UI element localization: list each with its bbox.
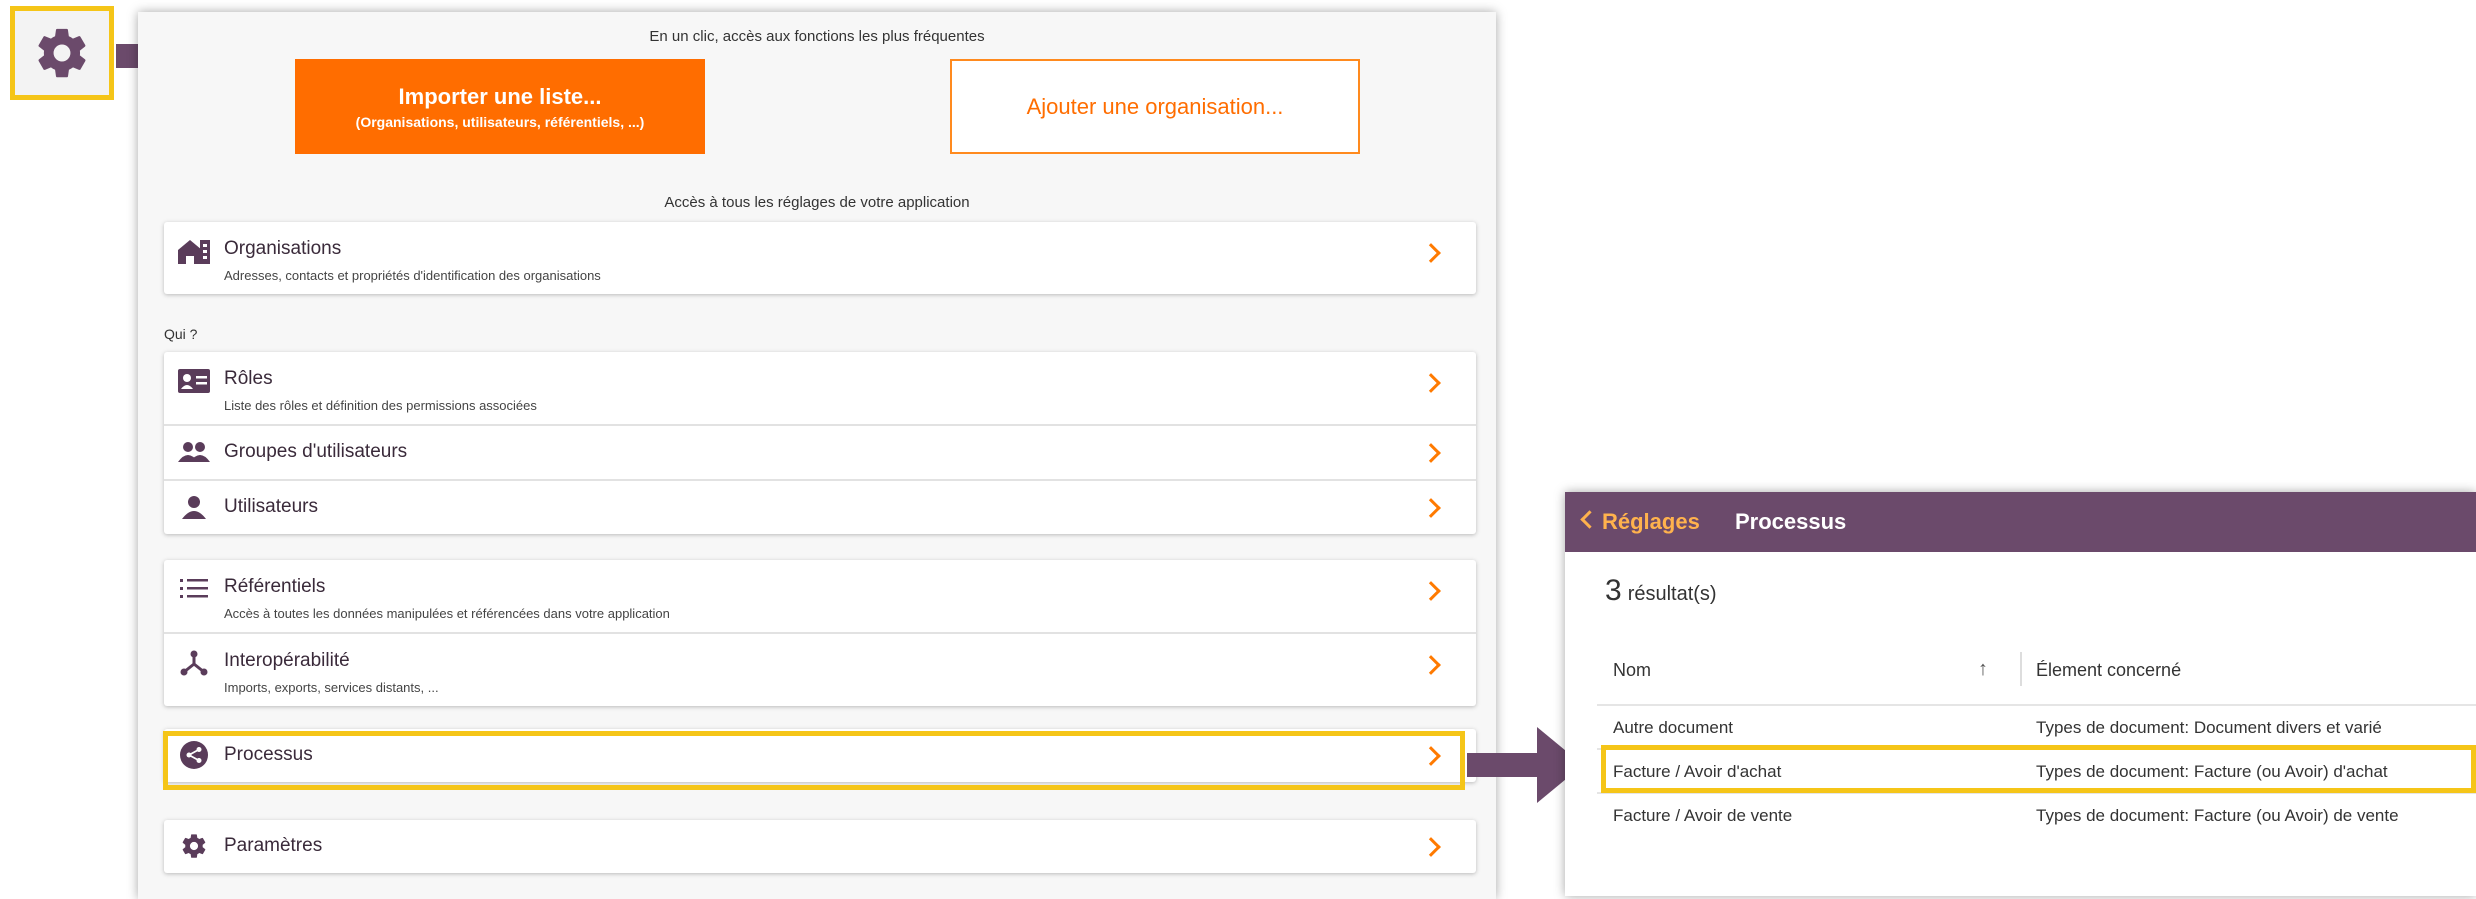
gear-icon xyxy=(38,28,86,78)
row-name: Facture / Avoir de vente xyxy=(1613,806,1793,825)
processes-highlight xyxy=(163,731,1465,790)
interoperability-subtitle: Imports, exports, services distants, ... xyxy=(224,680,439,695)
result-count: 3 résultat(s) xyxy=(1605,574,1717,608)
import-list-subtitle: (Organisations, utilisateurs, référentie… xyxy=(355,113,645,130)
organisations-card: Organisations Adresses, contacts et prop… xyxy=(164,222,1476,294)
who-card: Rôles Liste des rôles et définition des … xyxy=(164,352,1476,534)
processes-page-title: Processus xyxy=(1735,509,1847,534)
pointer-arrow-bottom xyxy=(1467,753,1539,777)
users-title: Utilisateurs xyxy=(224,496,318,517)
quick-access-caption: En un clic, accès aux fonctions les plus… xyxy=(649,28,985,45)
table-row[interactable]: Autre document Types de document: Docume… xyxy=(1597,704,2476,750)
column-header-name[interactable]: Nom xyxy=(1613,660,1651,681)
settings-item-user-groups[interactable]: Groupes d'utilisateurs xyxy=(164,426,1476,481)
row-element: Types de document: Document divers et va… xyxy=(2036,718,2382,737)
gear-icon xyxy=(178,833,210,859)
result-count-label: résultat(s) xyxy=(1627,583,1717,605)
parameters-card: Paramètres xyxy=(164,820,1476,873)
chevron-right-icon xyxy=(1421,655,1441,675)
column-header-element[interactable]: Élement concerné xyxy=(2036,660,2181,681)
settings-caption: Accès à tous les réglages de votre appli… xyxy=(664,194,970,211)
roles-subtitle: Liste des rôles et définition des permis… xyxy=(224,398,537,413)
interoperability-title: Interopérabilité xyxy=(224,650,350,671)
import-list-button[interactable]: Importer une liste... (Organisations, ut… xyxy=(295,59,705,154)
result-count-number: 3 xyxy=(1605,574,1622,607)
parameters-title: Paramètres xyxy=(224,835,323,856)
user-groups-title: Groupes d'utilisateurs xyxy=(224,441,408,462)
id-card-icon xyxy=(178,368,210,394)
settings-item-interoperability[interactable]: Interopérabilité Imports, exports, servi… xyxy=(164,634,1476,706)
settings-item-referentials[interactable]: Référentiels Accès à toutes les données … xyxy=(164,560,1476,634)
hub-icon xyxy=(178,650,210,676)
settings-item-roles[interactable]: Rôles Liste des rôles et définition des … xyxy=(164,352,1476,426)
column-separator xyxy=(2020,652,2022,686)
processes-panel: Réglages Processus 3 résultat(s) Nom ↑ Él… xyxy=(1565,492,2476,896)
chevron-right-icon xyxy=(1421,581,1441,601)
referentials-subtitle: Accès à toutes les données manipulées et… xyxy=(224,606,670,621)
settings-gear-callout[interactable] xyxy=(10,6,114,100)
roles-title: Rôles xyxy=(224,368,273,389)
chevron-right-icon xyxy=(1421,243,1441,263)
users-group-icon xyxy=(178,439,210,465)
chevron-right-icon xyxy=(1421,837,1441,857)
chevron-left-icon xyxy=(1580,510,1599,529)
row-name: Autre document xyxy=(1613,718,1734,737)
organisations-subtitle: Adresses, contacts et propriétés d'ident… xyxy=(224,268,601,283)
back-to-settings-link[interactable]: Réglages xyxy=(1580,509,1700,535)
data-card: Référentiels Accès à toutes les données … xyxy=(164,560,1476,706)
chevron-right-icon xyxy=(1421,373,1441,393)
settings-item-users[interactable]: Utilisateurs xyxy=(164,481,1476,534)
processes-header: Réglages Processus xyxy=(1565,492,2476,552)
add-organisation-button[interactable]: Ajouter une organisation... xyxy=(950,59,1360,154)
chevron-right-icon xyxy=(1421,443,1441,463)
import-list-title: Importer une liste... xyxy=(398,83,602,109)
table-row[interactable]: Facture / Avoir de vente Types de docume… xyxy=(1597,792,2476,838)
row-element: Types de document: Facture (ou Avoir) de… xyxy=(2036,806,2399,825)
settings-item-parameters[interactable]: Paramètres xyxy=(164,820,1476,873)
organisations-title: Organisations xyxy=(224,238,342,259)
back-label: Réglages xyxy=(1602,509,1700,534)
building-icon xyxy=(178,238,210,264)
list-icon xyxy=(178,576,210,602)
chevron-right-icon xyxy=(1421,498,1441,518)
who-section-label: Qui ? xyxy=(164,326,198,342)
sort-arrow-icon[interactable]: ↑ xyxy=(1978,658,1988,681)
settings-item-organisations[interactable]: Organisations Adresses, contacts et prop… xyxy=(164,222,1476,294)
user-icon xyxy=(178,494,210,520)
selected-row-highlight xyxy=(1601,745,2476,793)
referentials-title: Référentiels xyxy=(224,576,326,597)
